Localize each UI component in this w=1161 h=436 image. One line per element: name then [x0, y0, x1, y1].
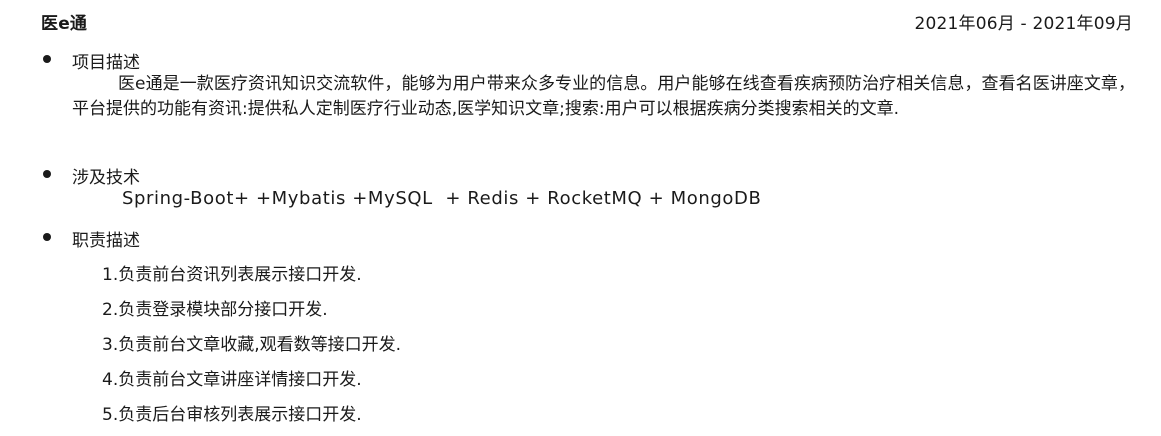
bullet-icon [43, 55, 51, 63]
duty-item: 2.负责登录模块部分接口开发. [102, 300, 328, 320]
description-label: 项目描述 [72, 53, 140, 73]
project-date-range: 2021年06月 - 2021年09月 [914, 13, 1133, 34]
project-title: 医e通 [41, 13, 88, 34]
duty-item: 1.负责前台资讯列表展示接口开发. [102, 265, 362, 285]
duties-label: 职责描述 [72, 231, 140, 251]
description-text: 医e通是一款医疗资讯知识交流软件，能够为用户带来众多专业的信息。用户能够在线查看… [72, 74, 1135, 119]
duty-item: 5.负责后台审核列表展示接口开发. [102, 405, 362, 425]
bullet-icon [43, 233, 51, 241]
tech-stack-text: Spring-Boot+ +Mybatis +MySQL + Redis + R… [122, 188, 762, 209]
project-header: 医e通 2021年06月 - 2021年09月 [41, 8, 1133, 34]
bullet-icon [43, 170, 51, 178]
duty-item: 4.负责前台文章讲座详情接口开发. [102, 370, 362, 390]
tech-label: 涉及技术 [72, 168, 140, 188]
duty-item: 3.负责前台文章收藏,观看数等接口开发. [102, 335, 402, 355]
